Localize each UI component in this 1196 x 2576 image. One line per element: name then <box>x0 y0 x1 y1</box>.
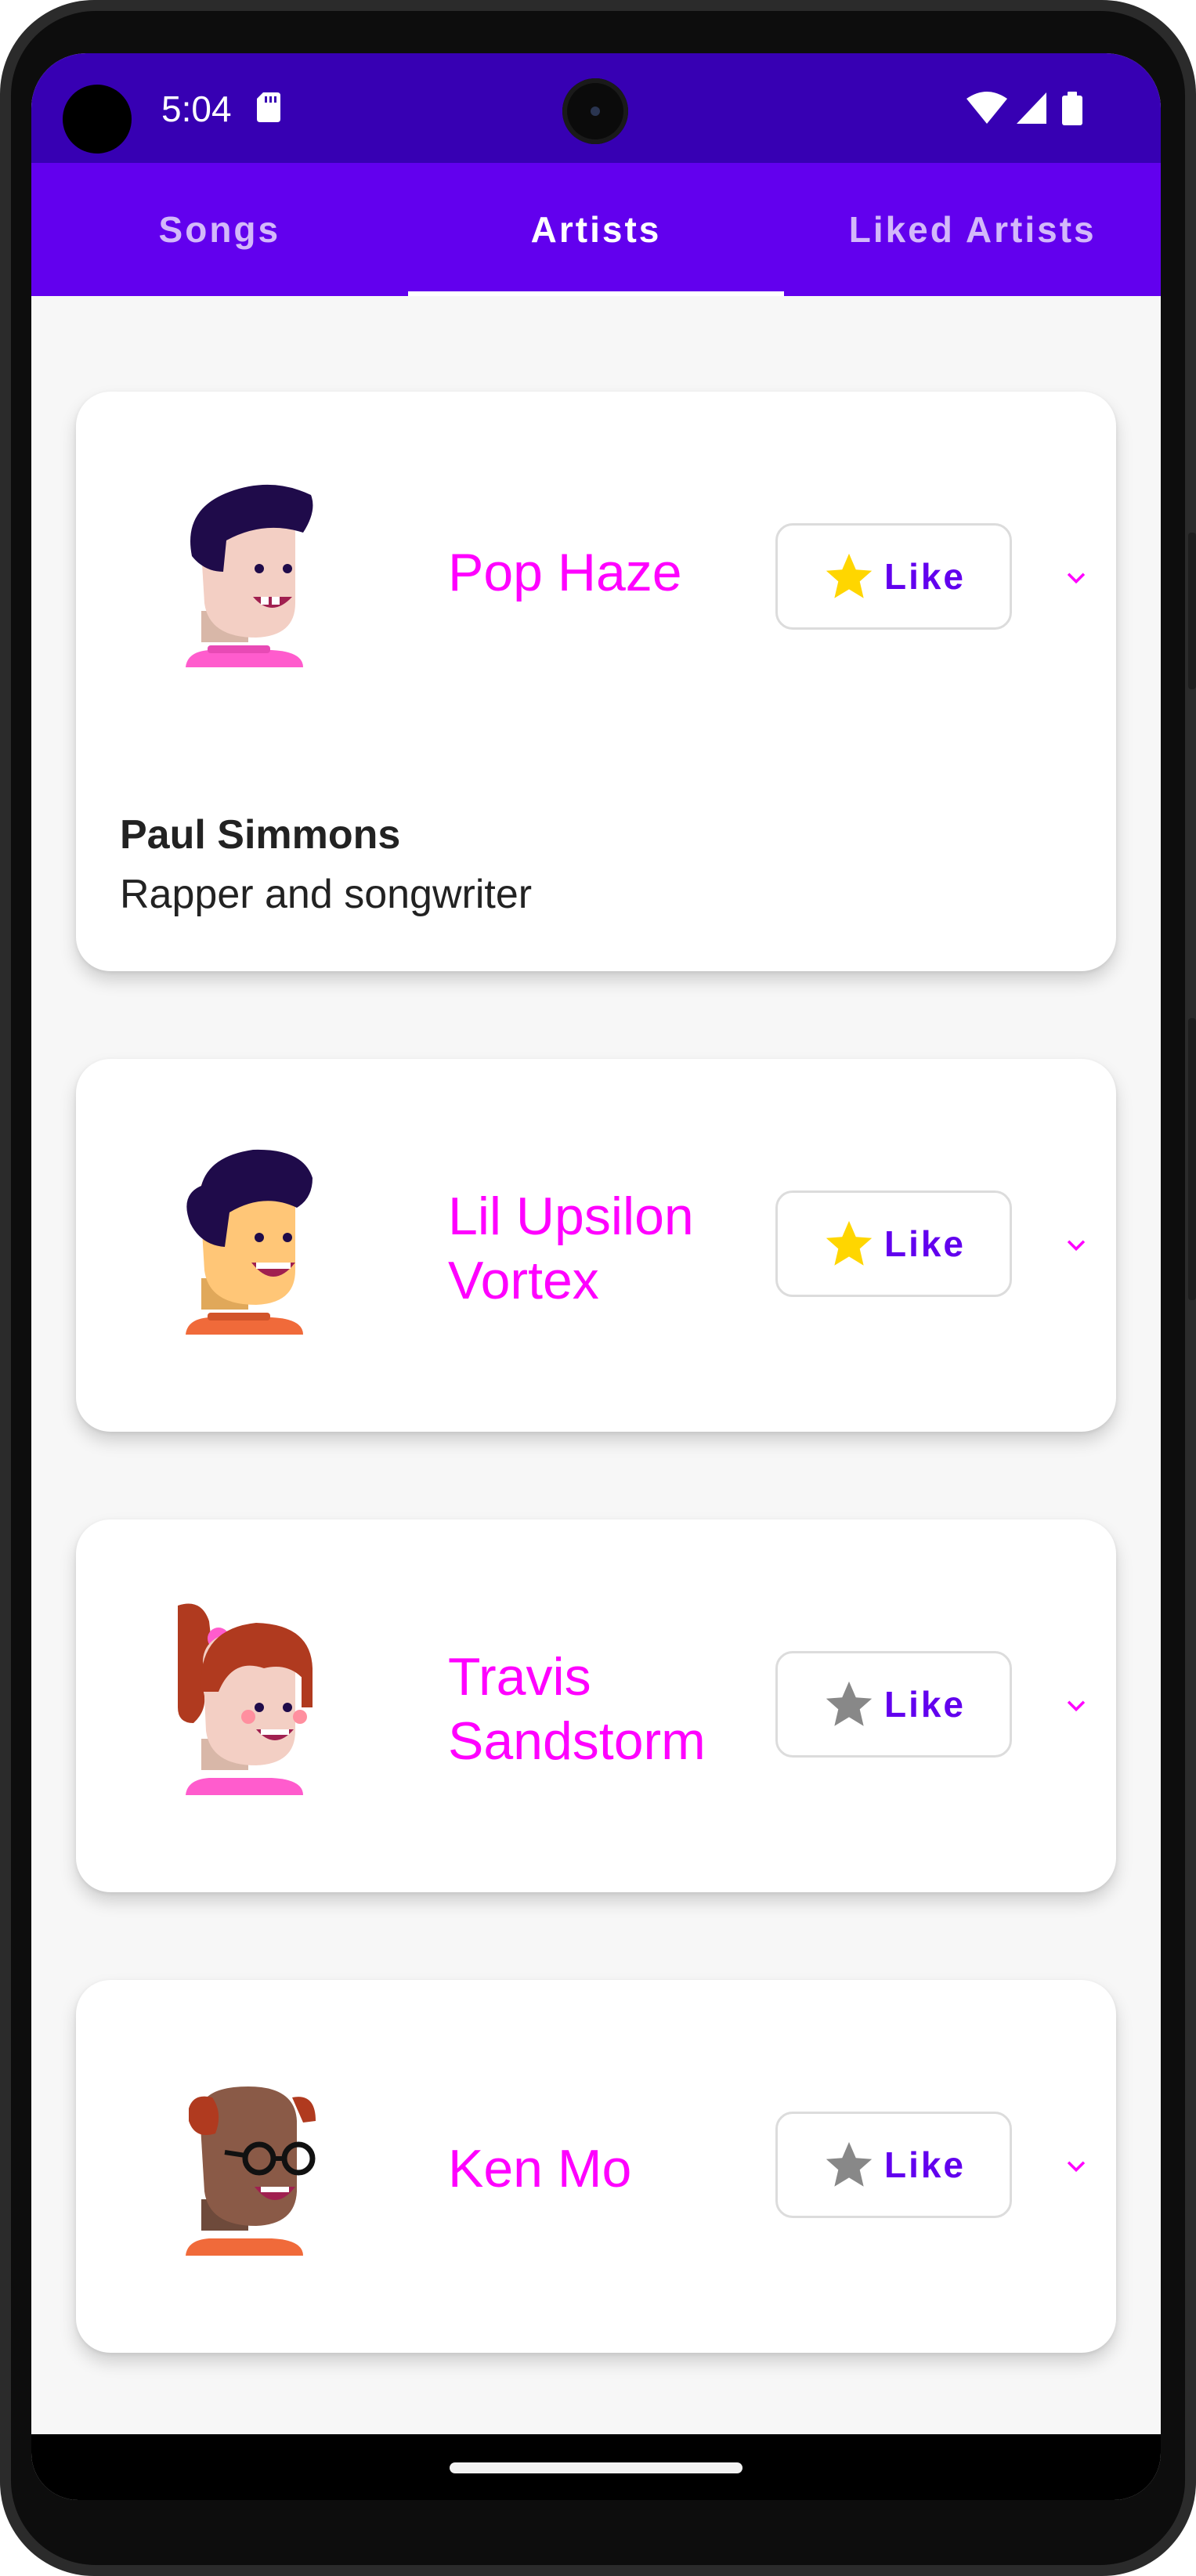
like-button[interactable]: Like <box>775 2112 1012 2218</box>
star-outline-gray-icon <box>826 2141 873 2187</box>
signal-icon <box>1017 92 1046 124</box>
like-button[interactable]: Like <box>775 1651 1012 1758</box>
battery-icon <box>1062 92 1082 125</box>
navigation-bar <box>31 2434 1161 2500</box>
tab-liked-artists[interactable]: Liked Artists <box>784 163 1161 296</box>
wifi-icon <box>967 92 1007 124</box>
artist-name: Pop Haze <box>448 543 682 602</box>
front-camera <box>562 78 628 144</box>
tab-bar: Songs Artists Liked Artists <box>31 163 1161 296</box>
chevron-down-icon[interactable] <box>1063 2152 1089 2179</box>
artist-card-travis-sandstorm[interactable]: Travis Sandstorm Like <box>76 1519 1116 1892</box>
like-label: Like <box>883 1223 967 1264</box>
device-frame: 5:04 Songs Artists Liked Artists Pop Haz… <box>0 0 1196 2576</box>
volume-button <box>1188 1018 1196 1300</box>
status-bar: 5:04 <box>31 53 1161 163</box>
star-outline-gray-icon <box>826 1681 873 1726</box>
star-filled-icon <box>826 553 873 598</box>
screen: 5:04 Songs Artists Liked Artists Pop Haz… <box>31 53 1161 2500</box>
artist-card-lil-upsilon-vortex[interactable]: Lil Upsilon Vortex Like <box>76 1059 1116 1432</box>
power-button <box>1188 533 1196 689</box>
artist-real-name: Paul Simmons <box>120 812 401 858</box>
like-label: Like <box>883 2144 967 2185</box>
artist-card-ken-mo[interactable]: Ken Mo Like <box>76 1980 1116 2353</box>
avatar-female-red-hair-icon <box>178 1603 313 1795</box>
home-gesture-handle[interactable] <box>450 2462 743 2473</box>
like-label: Like <box>883 556 967 597</box>
like-button[interactable]: Like <box>775 1190 1012 1297</box>
artist-name: Travis Sandstorm <box>448 1647 706 1771</box>
chevron-down-icon[interactable] <box>1063 1231 1089 1258</box>
artist-card-pop-haze[interactable]: Pop Haze Like Paul Simmons Rapper and so… <box>76 392 1116 971</box>
status-dot-icon <box>63 85 132 154</box>
sd-card-icon <box>257 92 280 122</box>
status-time: 5:04 <box>161 89 232 129</box>
artist-name: Lil Upsilon Vortex <box>448 1187 694 1310</box>
avatar-male-glasses-icon <box>186 2086 316 2256</box>
avatar-male-orange-skin-icon <box>186 1149 313 1335</box>
artist-name: Ken Mo <box>448 2139 632 2198</box>
artist-description: Rapper and songwriter <box>120 872 533 917</box>
chevron-down-icon[interactable] <box>1063 564 1089 591</box>
chevron-down-icon[interactable] <box>1063 1692 1089 1718</box>
tab-artists[interactable]: Artists <box>407 163 785 296</box>
like-label: Like <box>883 1684 967 1725</box>
tab-songs[interactable]: Songs <box>31 163 408 296</box>
avatar-male-dark-hair-icon <box>186 484 313 667</box>
system-status-icons <box>967 92 1082 125</box>
star-filled-icon <box>826 1220 873 1266</box>
like-button[interactable]: Like <box>775 523 1012 630</box>
